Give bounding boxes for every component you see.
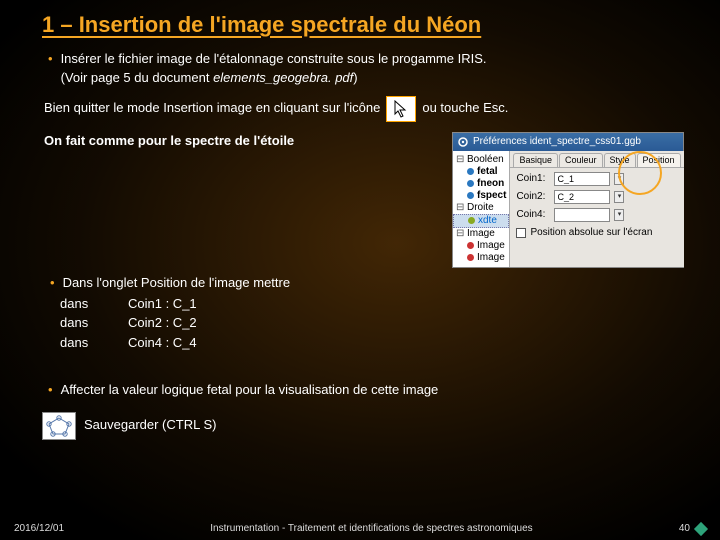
r3a: dans [60, 334, 128, 353]
bullet1-line1: Insérer le fichier image de l'étalonnage… [61, 51, 487, 66]
spectre-note: On fait comme pour le spectre de l'étoil… [44, 132, 294, 151]
dot-icon [468, 217, 475, 224]
footer-date: 2016/12/01 [14, 523, 64, 534]
footer-page: 40 [679, 523, 690, 534]
coin2-label: Coin2: [516, 192, 550, 202]
dot-icon [467, 192, 474, 199]
r2b: Coin2 : C_2 [128, 314, 248, 333]
checkbox-abspos[interactable] [516, 228, 526, 238]
diamond-icon [694, 521, 708, 535]
footer: 2016/12/01 Instrumentation - Traitement … [0, 523, 720, 534]
bullet-dot: • [48, 381, 53, 399]
coin2-input[interactable] [554, 190, 610, 204]
gear-icon [457, 136, 469, 148]
r3b: Coin4 : C_4 [128, 334, 248, 353]
esc-c: en cliquant sur l'icône [252, 100, 380, 115]
esc-row: Bien quitter le mode Insertion image en … [44, 96, 684, 122]
polygon-icon [42, 412, 76, 440]
r2a: dans [60, 314, 128, 333]
prefs-objectlist[interactable]: ⊟Booléen fetal fneon fspect ⊟Droite xdte… [453, 151, 510, 267]
esc-b: Insertion image [163, 100, 252, 115]
esc-a: Bien quitter le mode [44, 100, 163, 115]
coin1-input[interactable] [554, 172, 610, 186]
list-6: Image [467, 229, 495, 239]
coins-grid: dansCoin1 : C_1 dansCoin2 : C_2 dansCoin… [60, 295, 684, 354]
tab-basique[interactable]: Basique [513, 153, 558, 167]
bullet-dot: • [48, 50, 53, 68]
save-text: Sauvegarder (CTRL S) [84, 416, 216, 435]
chk-label: Position absolue sur l'écran [530, 228, 652, 238]
affecter-b: fetal [207, 382, 232, 397]
bullet1-line2a: (Voir page 5 du document [61, 70, 214, 85]
chevron-down-icon[interactable]: ▾ [614, 209, 624, 221]
list-8: Image [477, 253, 505, 263]
footer-mid: Instrumentation - Traitement et identifi… [210, 523, 532, 534]
bullet1-line2b: ) [353, 70, 357, 85]
prefs-titlebar: Préférences ident_spectre_css01.ggb [453, 133, 683, 151]
coin1-label: Coin1: [516, 174, 550, 184]
affecter-c: pour la visualisation de cette image [232, 382, 439, 397]
slide-title: 1 – Insertion de l'image spectrale du Né… [42, 12, 684, 38]
r1a: dans [60, 295, 128, 314]
tab-couleur[interactable]: Couleur [559, 153, 603, 167]
prefs-title-text: Préférences ident_spectre_css01.ggb [473, 137, 641, 147]
dot-icon [467, 254, 474, 261]
bullet-dot: • [50, 274, 55, 292]
prefs-panel: Préférences ident_spectre_css01.ggb ⊟Boo… [452, 132, 684, 268]
list-4: Droite [467, 203, 494, 213]
affecter-a: Affecter la valeur logique [61, 382, 207, 397]
coins-head: Dans l'onglet Position de l'image mettre [63, 274, 291, 293]
bullet-insert: • Insérer le fichier image de l'étalonna… [36, 50, 684, 88]
dot-icon [467, 242, 474, 249]
coin4-input[interactable] [554, 208, 610, 222]
dot-icon [467, 180, 474, 187]
dot-icon [467, 168, 474, 175]
bullet1-doc: elements_geogebra. pdf [213, 70, 353, 85]
list-7: Image [477, 241, 505, 251]
esc-d: ou touche Esc. [422, 99, 508, 118]
chevron-down-icon[interactable]: ▾ [614, 191, 624, 203]
list-1: fetal [477, 167, 498, 177]
list-0: Booléen [467, 155, 504, 165]
coin4-label: Coin4: [516, 210, 550, 220]
cursor-icon[interactable] [386, 96, 416, 122]
list-2: fneon [477, 179, 504, 189]
list-3: fspect [477, 191, 506, 201]
r1b: Coin1 : C_1 [128, 295, 248, 314]
list-5: xdte [478, 216, 497, 226]
highlight-circle-icon [618, 151, 662, 195]
